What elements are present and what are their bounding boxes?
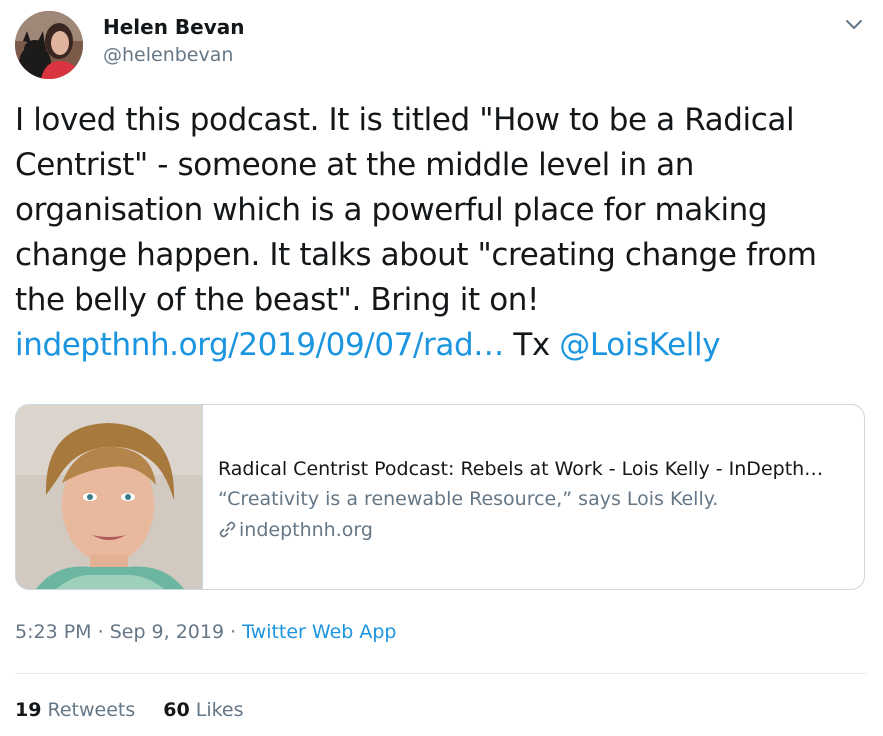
tweet-text-line: change happen. It talks about "creating … xyxy=(15,237,817,273)
tweet-text-line: I loved this podcast. It is titled "How … xyxy=(15,102,795,138)
card-domain-text: indepthnh.org xyxy=(239,519,373,541)
tweet-stats: 19 Retweets 60 Likes xyxy=(15,699,244,721)
card-title: Radical Centrist Podcast: Rebels at Work… xyxy=(218,458,824,480)
likes-stat[interactable]: 60 Likes xyxy=(163,699,243,721)
tweet-time[interactable]: 5:23 PM xyxy=(15,621,92,643)
tweet-text-line: organisation which is a powerful place f… xyxy=(15,192,768,228)
mention-link[interactable]: @LoisKelly xyxy=(559,327,720,363)
card-description: “Creativity is a renewable Resource,” sa… xyxy=(218,488,719,510)
link-preview-card[interactable]: Radical Centrist Podcast: Rebels at Work… xyxy=(15,404,865,590)
tweet-date[interactable]: Sep 9, 2019 xyxy=(110,621,224,643)
tweet-text-line: indepthnh.org/2019/09/07/rad… Tx @LoisKe… xyxy=(15,323,867,368)
avatar[interactable] xyxy=(15,11,83,79)
card-domain: indepthnh.org xyxy=(218,517,373,543)
retweets-stat[interactable]: 19 Retweets xyxy=(15,699,135,721)
tweet-container: Helen Bevan @helenbevan I loved this pod… xyxy=(0,0,883,736)
tweet-text: I loved this podcast. It is titled "How … xyxy=(15,98,867,368)
tweet-meta: 5:23 PM · Sep 9, 2019 · Twitter Web App xyxy=(15,621,397,643)
tweet-text-fragment: Tx xyxy=(503,327,560,363)
meta-separator: · xyxy=(91,621,110,643)
retweets-label: Retweets xyxy=(41,699,136,721)
tweet-text-line: the belly of the beast". Bring it on! xyxy=(15,282,540,318)
user-handle[interactable]: @helenbevan xyxy=(103,44,233,66)
likes-count: 60 xyxy=(163,699,190,721)
link-icon xyxy=(218,520,237,539)
meta-separator: · xyxy=(224,621,243,643)
tweet-source-link[interactable]: Twitter Web App xyxy=(242,621,396,643)
tweet-url-link[interactable]: indepthnh.org/2019/09/07/rad… xyxy=(15,327,504,363)
card-thumbnail xyxy=(16,405,203,589)
chevron-down-icon[interactable] xyxy=(842,14,866,34)
display-name[interactable]: Helen Bevan xyxy=(103,15,245,39)
tweet-text-line: Centrist" - someone at the middle level … xyxy=(15,147,695,183)
divider xyxy=(15,673,867,674)
likes-label: Likes xyxy=(189,699,244,721)
retweets-count: 19 xyxy=(15,699,42,721)
